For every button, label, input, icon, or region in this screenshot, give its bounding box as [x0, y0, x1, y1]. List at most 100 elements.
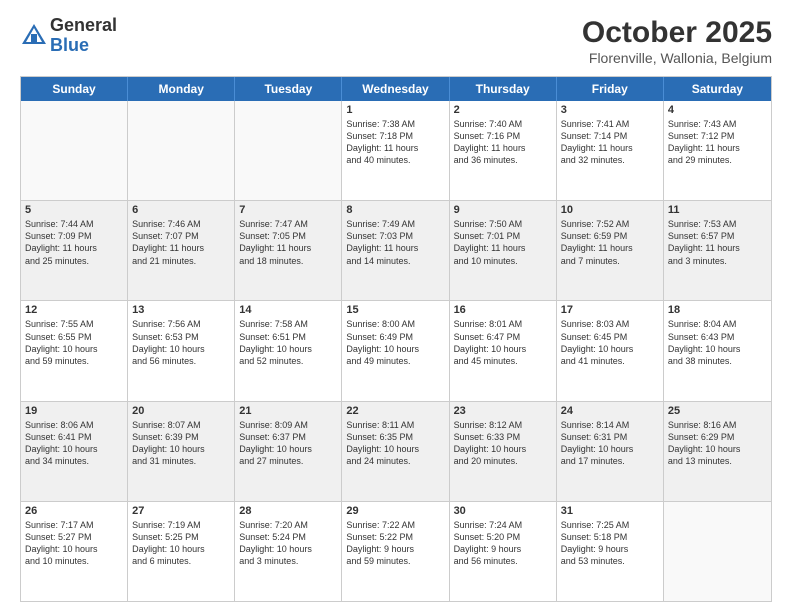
calendar-cell	[128, 101, 235, 200]
day-number: 27	[132, 505, 230, 517]
calendar-cell: 16 Sunrise: 8:01 AM Sunset: 6:47 PM Dayli…	[450, 301, 557, 400]
day-number: 21	[239, 405, 337, 417]
calendar-row: 5 Sunrise: 7:44 AM Sunset: 7:09 PM Daylig…	[21, 201, 771, 301]
calendar-cell: 22 Sunrise: 8:11 AM Sunset: 6:35 PM Dayli…	[342, 402, 449, 501]
weekday-header: Monday	[128, 77, 235, 101]
day-number: 10	[561, 204, 659, 216]
cell-info: Sunrise: 8:04 AM Sunset: 6:43 PM Dayligh…	[668, 318, 767, 367]
cell-info: Sunrise: 7:55 AM Sunset: 6:55 PM Dayligh…	[25, 318, 123, 367]
calendar-cell	[21, 101, 128, 200]
calendar-cell: 30 Sunrise: 7:24 AM Sunset: 5:20 PM Dayli…	[450, 502, 557, 601]
cell-info: Sunrise: 7:44 AM Sunset: 7:09 PM Dayligh…	[25, 218, 123, 267]
cell-info: Sunrise: 7:50 AM Sunset: 7:01 PM Dayligh…	[454, 218, 552, 267]
day-number: 16	[454, 304, 552, 316]
day-number: 15	[346, 304, 444, 316]
calendar-cell: 13 Sunrise: 7:56 AM Sunset: 6:53 PM Dayli…	[128, 301, 235, 400]
day-number: 7	[239, 204, 337, 216]
calendar-cell: 6Sunrise: 7:46 AM Sunset: 7:07 PM Daylig…	[128, 201, 235, 300]
calendar-cell: 31 Sunrise: 7:25 AM Sunset: 5:18 PM Dayli…	[557, 502, 664, 601]
day-number: 22	[346, 405, 444, 417]
day-number: 29	[346, 505, 444, 517]
day-number: 25	[668, 405, 767, 417]
day-number: 18	[668, 304, 767, 316]
cell-info: Sunrise: 7:43 AM Sunset: 7:12 PM Dayligh…	[668, 118, 767, 167]
calendar-cell: 14 Sunrise: 7:58 AM Sunset: 6:51 PM Dayli…	[235, 301, 342, 400]
weekday-header: Friday	[557, 77, 664, 101]
calendar-cell: 27 Sunrise: 7:19 AM Sunset: 5:25 PM Dayli…	[128, 502, 235, 601]
cell-info: Sunrise: 8:12 AM Sunset: 6:33 PM Dayligh…	[454, 419, 552, 468]
cell-info: Sunrise: 7:58 AM Sunset: 6:51 PM Dayligh…	[239, 318, 337, 367]
calendar-cell: 3 Sunrise: 7:41 AM Sunset: 7:14 PM Daylig…	[557, 101, 664, 200]
day-number: 3	[561, 104, 659, 116]
logo-text: General Blue	[50, 16, 117, 56]
header: General Blue October 2025 Florenville, W…	[20, 16, 772, 66]
cell-info: Sunrise: 8:14 AM Sunset: 6:31 PM Dayligh…	[561, 419, 659, 468]
cell-info: Sunrise: 7:24 AM Sunset: 5:20 PM Dayligh…	[454, 519, 552, 568]
calendar-cell: 26Sunrise: 7:17 AM Sunset: 5:27 PM Dayli…	[21, 502, 128, 601]
calendar-cell: 21 Sunrise: 8:09 AM Sunset: 6:37 PM Dayli…	[235, 402, 342, 501]
logo: General Blue	[20, 16, 117, 56]
cell-info: Sunrise: 8:09 AM Sunset: 6:37 PM Dayligh…	[239, 419, 337, 468]
day-number: 6	[132, 204, 230, 216]
cell-info: Sunrise: 8:07 AM Sunset: 6:39 PM Dayligh…	[132, 419, 230, 468]
cell-info: Sunrise: 8:01 AM Sunset: 6:47 PM Dayligh…	[454, 318, 552, 367]
calendar-cell: 12 Sunrise: 7:55 AM Sunset: 6:55 PM Dayli…	[21, 301, 128, 400]
calendar-cell: 19Sunrise: 8:06 AM Sunset: 6:41 PM Dayli…	[21, 402, 128, 501]
cell-info: Sunrise: 7:52 AM Sunset: 6:59 PM Dayligh…	[561, 218, 659, 267]
cell-info: Sunrise: 7:38 AM Sunset: 7:18 PM Dayligh…	[346, 118, 444, 167]
calendar: SundayMondayTuesdayWednesdayThursdayFrid…	[20, 76, 772, 602]
cell-info: Sunrise: 7:22 AM Sunset: 5:22 PM Dayligh…	[346, 519, 444, 568]
weekday-header: Saturday	[664, 77, 771, 101]
day-number: 24	[561, 405, 659, 417]
calendar-cell: 7 Sunrise: 7:47 AM Sunset: 7:05 PM Daylig…	[235, 201, 342, 300]
calendar-row: 12 Sunrise: 7:55 AM Sunset: 6:55 PM Dayli…	[21, 301, 771, 401]
month-title: October 2025	[582, 16, 772, 50]
cell-info: Sunrise: 7:40 AM Sunset: 7:16 PM Dayligh…	[454, 118, 552, 167]
calendar-cell: 29 Sunrise: 7:22 AM Sunset: 5:22 PM Dayli…	[342, 502, 449, 601]
calendar-row: 26Sunrise: 7:17 AM Sunset: 5:27 PM Dayli…	[21, 502, 771, 601]
calendar-cell: 8Sunrise: 7:49 AM Sunset: 7:03 PM Daylig…	[342, 201, 449, 300]
weekday-header: Wednesday	[342, 77, 449, 101]
cell-info: Sunrise: 7:47 AM Sunset: 7:05 PM Dayligh…	[239, 218, 337, 267]
cell-info: Sunrise: 7:20 AM Sunset: 5:24 PM Dayligh…	[239, 519, 337, 568]
calendar-cell: 28Sunrise: 7:20 AM Sunset: 5:24 PM Dayli…	[235, 502, 342, 601]
day-number: 13	[132, 304, 230, 316]
weekday-header: Sunday	[21, 77, 128, 101]
calendar-cell: 9 Sunrise: 7:50 AM Sunset: 7:01 PM Daylig…	[450, 201, 557, 300]
weekday-header: Thursday	[450, 77, 557, 101]
cell-info: Sunrise: 7:49 AM Sunset: 7:03 PM Dayligh…	[346, 218, 444, 267]
cell-info: Sunrise: 7:41 AM Sunset: 7:14 PM Dayligh…	[561, 118, 659, 167]
day-number: 26	[25, 505, 123, 517]
calendar-cell: 11Sunrise: 7:53 AM Sunset: 6:57 PM Dayli…	[664, 201, 771, 300]
calendar-cell: 24 Sunrise: 8:14 AM Sunset: 6:31 PM Dayli…	[557, 402, 664, 501]
logo-general-text: General	[50, 16, 117, 36]
day-number: 11	[668, 204, 767, 216]
calendar-cell: 4Sunrise: 7:43 AM Sunset: 7:12 PM Daylig…	[664, 101, 771, 200]
calendar-body: 1Sunrise: 7:38 AM Sunset: 7:18 PM Daylig…	[21, 101, 771, 601]
day-number: 14	[239, 304, 337, 316]
cell-info: Sunrise: 7:56 AM Sunset: 6:53 PM Dayligh…	[132, 318, 230, 367]
day-number: 31	[561, 505, 659, 517]
calendar-cell: 17Sunrise: 8:03 AM Sunset: 6:45 PM Dayli…	[557, 301, 664, 400]
calendar-cell: 15 Sunrise: 8:00 AM Sunset: 6:49 PM Dayli…	[342, 301, 449, 400]
calendar-header: SundayMondayTuesdayWednesdayThursdayFrid…	[21, 77, 771, 101]
day-number: 19	[25, 405, 123, 417]
day-number: 17	[561, 304, 659, 316]
cell-info: Sunrise: 8:00 AM Sunset: 6:49 PM Dayligh…	[346, 318, 444, 367]
logo-blue-text: Blue	[50, 36, 117, 56]
weekday-header: Tuesday	[235, 77, 342, 101]
cell-info: Sunrise: 8:11 AM Sunset: 6:35 PM Dayligh…	[346, 419, 444, 468]
day-number: 23	[454, 405, 552, 417]
day-number: 12	[25, 304, 123, 316]
cell-info: Sunrise: 7:19 AM Sunset: 5:25 PM Dayligh…	[132, 519, 230, 568]
calendar-row: 1Sunrise: 7:38 AM Sunset: 7:18 PM Daylig…	[21, 101, 771, 201]
cell-info: Sunrise: 7:25 AM Sunset: 5:18 PM Dayligh…	[561, 519, 659, 568]
day-number: 9	[454, 204, 552, 216]
calendar-cell	[235, 101, 342, 200]
calendar-cell: 25 Sunrise: 8:16 AM Sunset: 6:29 PM Dayli…	[664, 402, 771, 501]
calendar-cell	[664, 502, 771, 601]
day-number: 30	[454, 505, 552, 517]
day-number: 5	[25, 204, 123, 216]
calendar-cell: 23 Sunrise: 8:12 AM Sunset: 6:33 PM Dayli…	[450, 402, 557, 501]
cell-info: Sunrise: 8:16 AM Sunset: 6:29 PM Dayligh…	[668, 419, 767, 468]
